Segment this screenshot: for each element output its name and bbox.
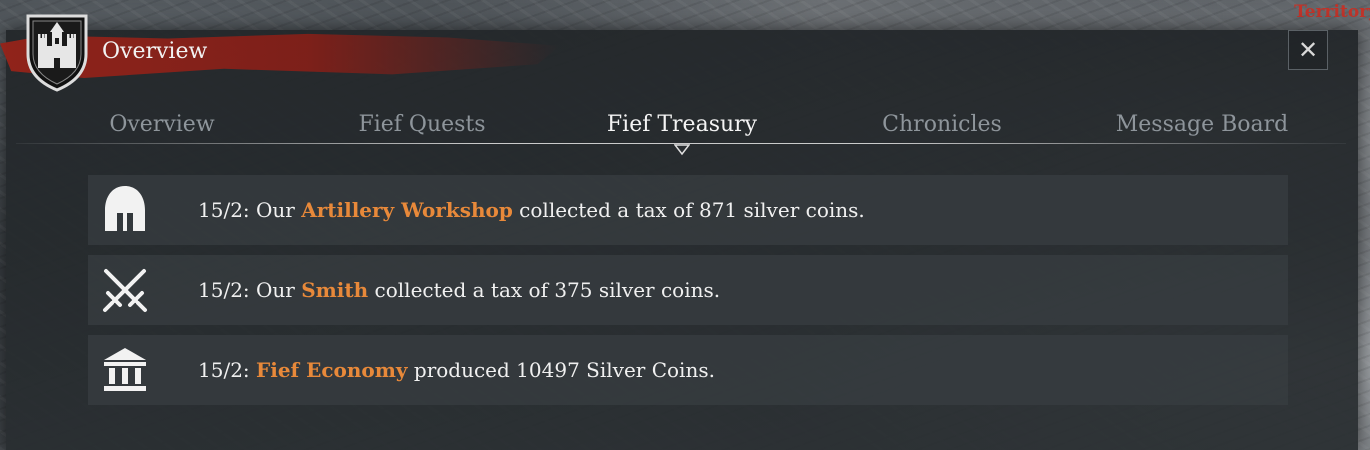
log-entry-text: 15/2: Our Smith collected a tax of 375 s…	[198, 278, 721, 302]
tab-chronicles[interactable]: Chronicles	[882, 112, 1002, 137]
list-item: 15/2: Our Artillery Workshop collected a…	[88, 175, 1288, 245]
crossed-swords-icon	[96, 261, 154, 319]
list-item: 15/2: Fief Economy produced 10497 Silver…	[88, 335, 1288, 405]
overview-panel: Overview ✕ Overview Fief Quests Fief Tre…	[0, 14, 1358, 450]
helmet-icon	[96, 181, 154, 239]
bank-icon	[96, 341, 154, 399]
active-tab-indicator-icon	[674, 144, 690, 156]
treasury-log-list: 15/2: Our Artillery Workshop collected a…	[88, 175, 1288, 415]
territory-label[interactable]: Territory	[1294, 2, 1370, 22]
highlight-link[interactable]: Artillery Workshop	[301, 198, 513, 222]
tab-fief-treasury[interactable]: Fief Treasury	[607, 112, 757, 137]
highlight-link[interactable]: Smith	[301, 278, 368, 302]
log-entry-text: 15/2: Our Artillery Workshop collected a…	[198, 198, 865, 222]
close-button[interactable]: ✕	[1288, 30, 1328, 70]
castle-shield-icon	[26, 14, 88, 92]
log-entry-text: 15/2: Fief Economy produced 10497 Silver…	[198, 358, 715, 382]
highlight-link[interactable]: Fief Economy	[256, 358, 408, 382]
tab-overview[interactable]: Overview	[109, 112, 214, 137]
close-icon: ✕	[1297, 36, 1319, 64]
panel-title: Overview	[102, 39, 208, 64]
tab-fief-quests[interactable]: Fief Quests	[358, 112, 485, 137]
list-item: 15/2: Our Smith collected a tax of 375 s…	[88, 255, 1288, 325]
tab-bar: Overview Fief Quests Fief Treasury Chron…	[16, 112, 1346, 146]
tab-message-board[interactable]: Message Board	[1116, 112, 1288, 137]
